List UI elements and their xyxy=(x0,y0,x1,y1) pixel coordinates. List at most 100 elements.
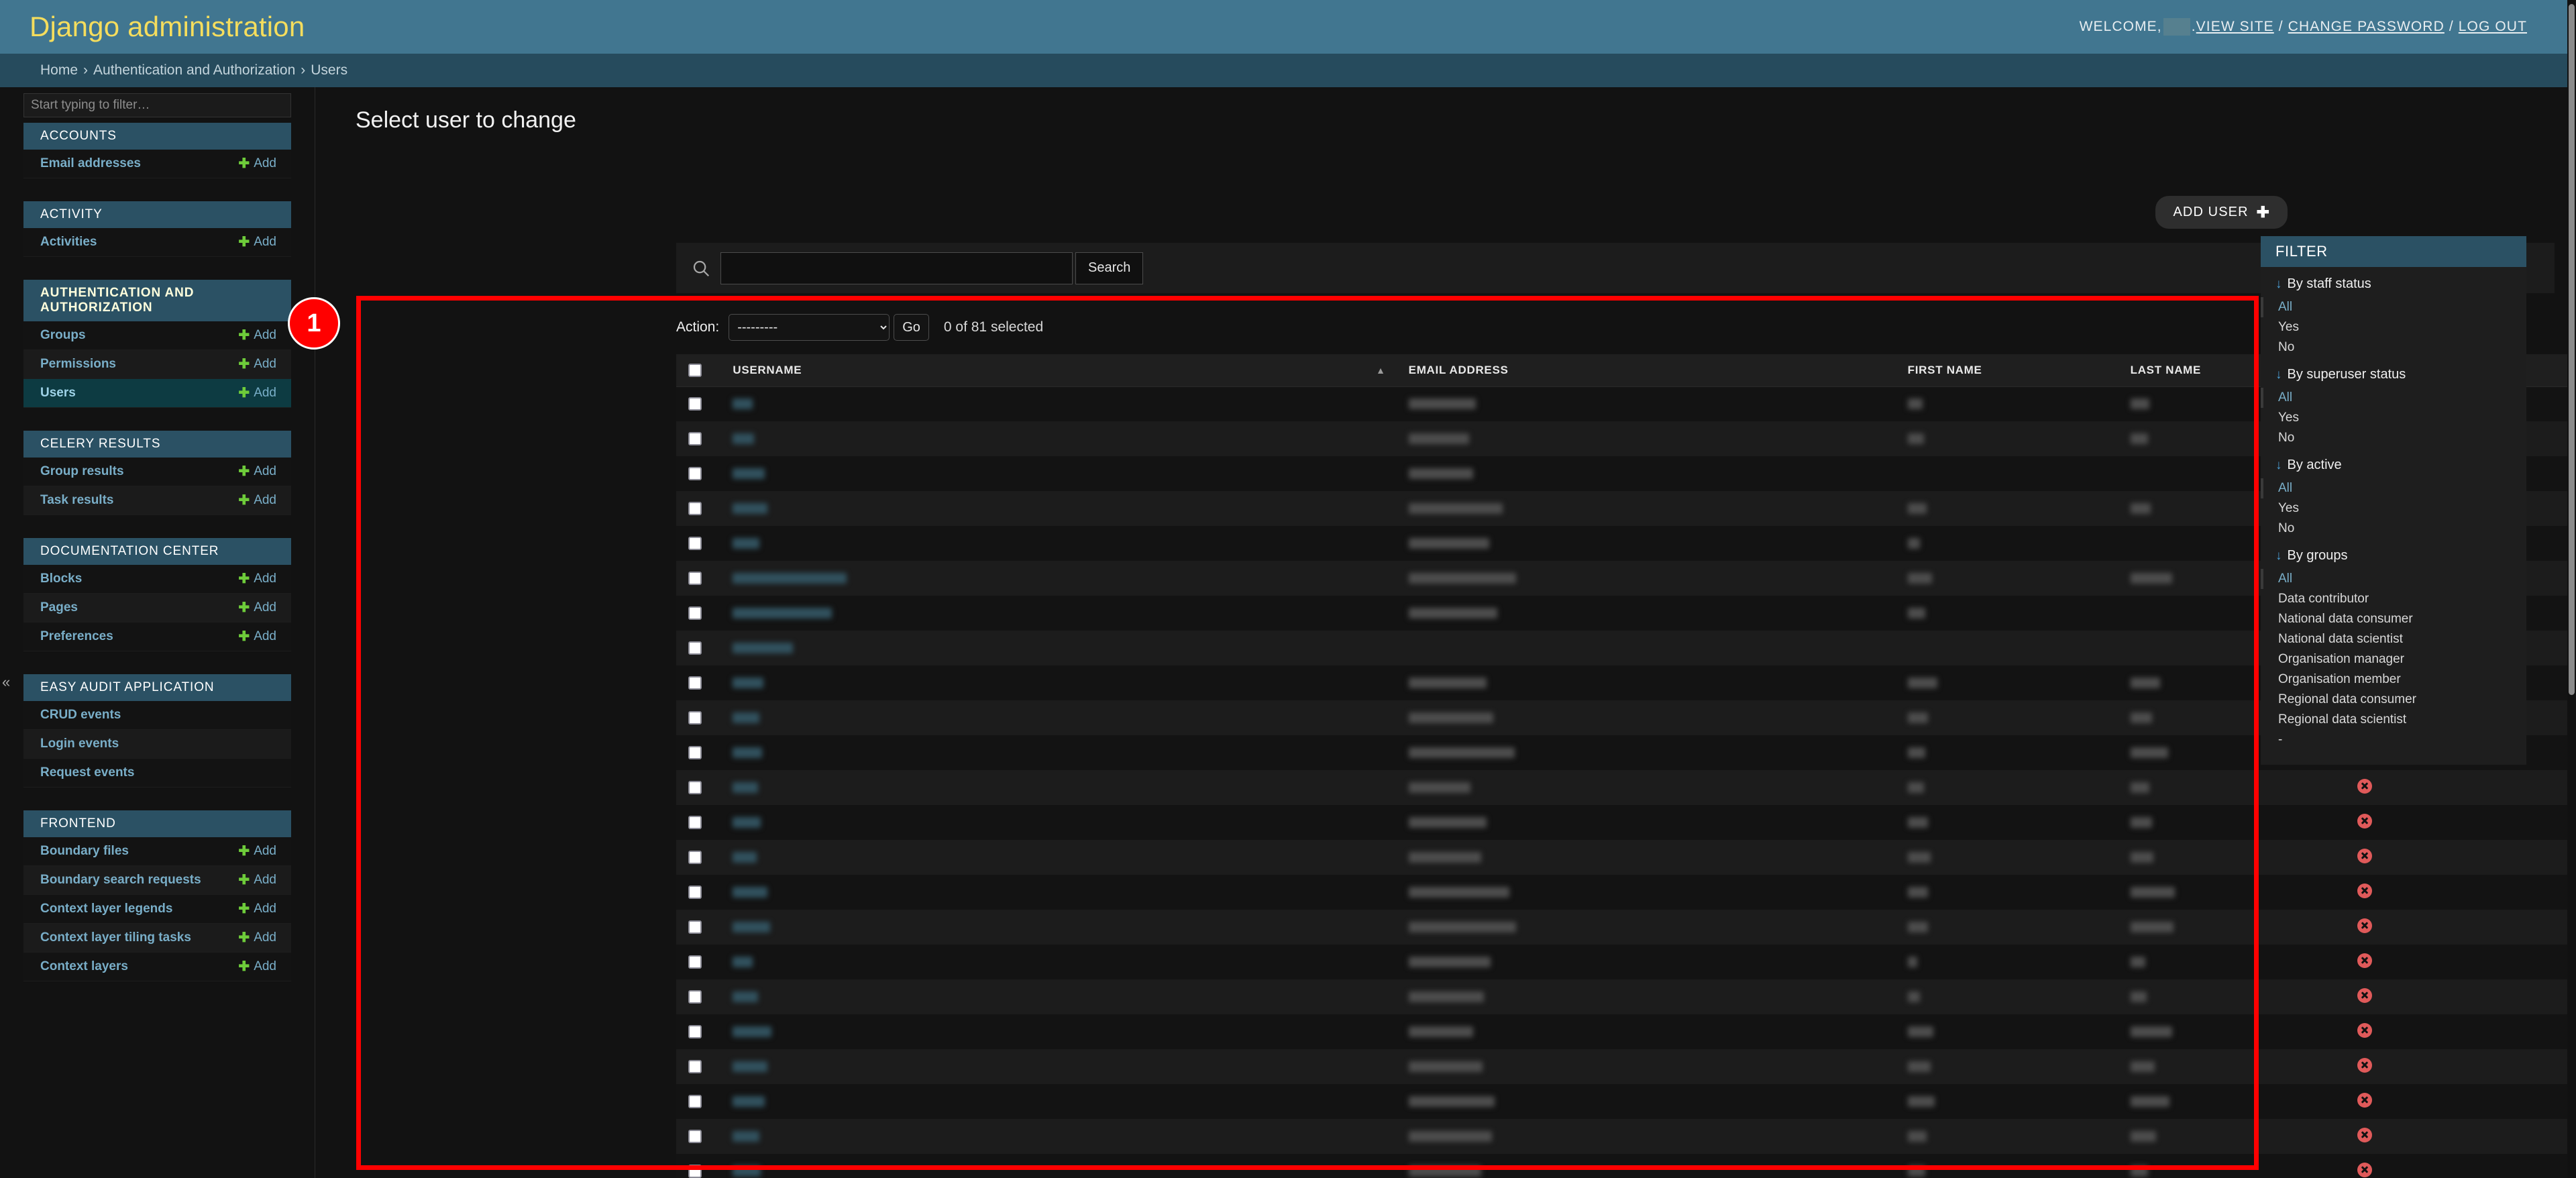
row-select-cell[interactable] xyxy=(676,700,720,735)
sidebar-item-label[interactable]: Activities xyxy=(40,235,97,250)
log-out-link[interactable]: LOG OUT xyxy=(2459,19,2527,35)
table-row[interactable] xyxy=(676,945,2571,979)
sidebar-item-label[interactable]: Email addresses xyxy=(40,156,141,171)
sidebar-filter-input[interactable] xyxy=(23,93,291,117)
filter-group-title[interactable]: ↓ By staff status xyxy=(2261,267,2526,297)
sidebar-item-task-results[interactable]: Task results ✚ Add xyxy=(23,486,291,515)
search-input[interactable] xyxy=(720,252,1073,284)
sidebar-item-context-layers[interactable]: Context layers ✚ Add xyxy=(23,953,291,981)
sidebar-item-label[interactable]: Boundary files xyxy=(40,844,129,859)
filter-group-title[interactable]: ↓ By active xyxy=(2261,448,2526,478)
row-checkbox[interactable] xyxy=(688,816,702,829)
row-select-cell[interactable] xyxy=(676,526,720,561)
row-select-cell[interactable] xyxy=(676,875,720,910)
sidebar-add-link[interactable]: ✚ Add xyxy=(238,572,276,586)
sidebar-add-link[interactable]: ✚ Add xyxy=(238,357,276,372)
row-checkbox[interactable] xyxy=(688,397,702,411)
filter-choice[interactable]: Yes xyxy=(2261,317,2526,337)
sidebar-app-caption[interactable]: FRONTEND xyxy=(23,810,291,837)
sidebar-app-caption[interactable]: ACCOUNTS xyxy=(23,123,291,150)
table-row[interactable] xyxy=(676,1119,2571,1154)
table-row[interactable] xyxy=(676,1049,2571,1084)
table-row[interactable] xyxy=(676,840,2571,875)
sidebar-item-login-events[interactable]: Login events✚Add xyxy=(23,730,291,759)
row-select-cell[interactable] xyxy=(676,979,720,1014)
filter-choice[interactable]: Regional data scientist xyxy=(2261,710,2526,730)
row-select-cell[interactable] xyxy=(676,596,720,631)
row-select-cell[interactable] xyxy=(676,386,720,421)
filter-choice[interactable]: Yes xyxy=(2261,498,2526,519)
sidebar-item-label[interactable]: Request events xyxy=(40,765,134,780)
sidebar-app-caption[interactable]: DOCUMENTATION CENTER xyxy=(23,538,291,565)
row-checkbox[interactable] xyxy=(688,467,702,480)
filter-group-title[interactable]: ↓ By groups xyxy=(2261,539,2526,569)
page-scrollbar-thumb[interactable] xyxy=(2569,4,2575,695)
action-go-button[interactable]: Go xyxy=(894,314,929,341)
select-all-checkbox[interactable] xyxy=(688,363,702,377)
sidebar-item-preferences[interactable]: Preferences ✚ Add xyxy=(23,623,291,651)
sidebar-item-label[interactable]: Context layer legends xyxy=(40,902,172,916)
sidebar-app-caption[interactable]: CELERY RESULTS xyxy=(23,431,291,458)
sidebar-item-pages[interactable]: Pages ✚ Add xyxy=(23,594,291,623)
sidebar-item-label[interactable]: Permissions xyxy=(40,357,116,372)
filter-choice[interactable]: Yes xyxy=(2261,408,2526,428)
row-select-cell[interactable] xyxy=(676,1084,720,1119)
sidebar-add-link[interactable]: ✚ Add xyxy=(238,873,276,888)
sidebar-item-label[interactable]: CRUD events xyxy=(40,708,121,722)
row-checkbox[interactable] xyxy=(688,1095,702,1108)
row-checkbox[interactable] xyxy=(688,1025,702,1038)
row-select-cell[interactable] xyxy=(676,561,720,596)
add-user-button[interactable]: ADD USER ✚ xyxy=(2155,196,2288,229)
table-row[interactable] xyxy=(676,1014,2571,1049)
breadcrumb-item-authentication-and-authorization[interactable]: Authentication and Authorization xyxy=(93,62,295,78)
sidebar-item-context-layer-legends[interactable]: Context layer legends ✚ Add xyxy=(23,895,291,924)
filter-choice[interactable]: - xyxy=(2261,730,2526,750)
filter-choice[interactable]: National data consumer xyxy=(2261,609,2526,629)
sidebar-add-link[interactable]: ✚ Add xyxy=(238,328,276,343)
sidebar-item-boundary-search-requests[interactable]: Boundary search requests ✚ Add xyxy=(23,866,291,895)
row-checkbox[interactable] xyxy=(688,920,702,934)
column-header-first-name[interactable]: FIRST NAME xyxy=(1895,354,2118,387)
sidebar-item-label[interactable]: Group results xyxy=(40,464,124,479)
row-checkbox[interactable] xyxy=(688,1165,702,1178)
sidebar-item-context-layer-tiling-tasks[interactable]: Context layer tiling tasks ✚ Add xyxy=(23,924,291,953)
sidebar-item-label[interactable]: Users xyxy=(40,386,76,400)
row-checkbox[interactable] xyxy=(688,746,702,759)
row-select-cell[interactable] xyxy=(676,491,720,526)
sidebar-add-link[interactable]: ✚ Add xyxy=(238,235,276,250)
sidebar-collapse-icon[interactable]: « xyxy=(2,674,10,691)
row-select-cell[interactable] xyxy=(676,1014,720,1049)
filter-choice[interactable]: Organisation member xyxy=(2261,670,2526,690)
column-header-username[interactable]: USERNAME ▲ xyxy=(720,354,1397,387)
sidebar-item-label[interactable]: Groups xyxy=(40,328,86,343)
sidebar-item-label[interactable]: Context layer tiling tasks xyxy=(40,930,191,945)
row-checkbox[interactable] xyxy=(688,572,702,585)
sidebar-item-label[interactable]: Pages xyxy=(40,600,78,615)
filter-choice[interactable]: No xyxy=(2261,519,2526,539)
sidebar-item-request-events[interactable]: Request events✚Add xyxy=(23,759,291,788)
sidebar-app-caption[interactable]: AUTHENTICATION AND AUTHORIZATION xyxy=(23,280,291,321)
row-checkbox[interactable] xyxy=(688,641,702,655)
row-select-cell[interactable] xyxy=(676,770,720,805)
row-select-cell[interactable] xyxy=(676,735,720,770)
table-row[interactable] xyxy=(676,770,2571,805)
filter-choice[interactable]: Organisation manager xyxy=(2261,649,2526,670)
breadcrumb-item-home[interactable]: Home xyxy=(40,62,78,78)
search-button[interactable]: Search xyxy=(1075,252,1144,284)
row-select-cell[interactable] xyxy=(676,840,720,875)
row-select-cell[interactable] xyxy=(676,456,720,491)
sidebar-add-link[interactable]: ✚ Add xyxy=(238,156,276,171)
row-checkbox[interactable] xyxy=(688,606,702,620)
row-checkbox[interactable] xyxy=(688,1130,702,1143)
row-select-cell[interactable] xyxy=(676,665,720,700)
filter-choice[interactable]: National data scientist xyxy=(2261,629,2526,649)
table-row[interactable] xyxy=(676,910,2571,945)
sidebar-item-groups[interactable]: Groups ✚ Add xyxy=(23,321,291,350)
row-select-cell[interactable] xyxy=(676,631,720,665)
sidebar-app-caption[interactable]: ACTIVITY xyxy=(23,201,291,228)
select-all-header[interactable] xyxy=(676,354,721,387)
filter-choice[interactable]: All xyxy=(2261,388,2526,408)
table-row[interactable] xyxy=(676,979,2571,1014)
row-checkbox[interactable] xyxy=(688,432,702,445)
row-select-cell[interactable] xyxy=(676,805,720,840)
